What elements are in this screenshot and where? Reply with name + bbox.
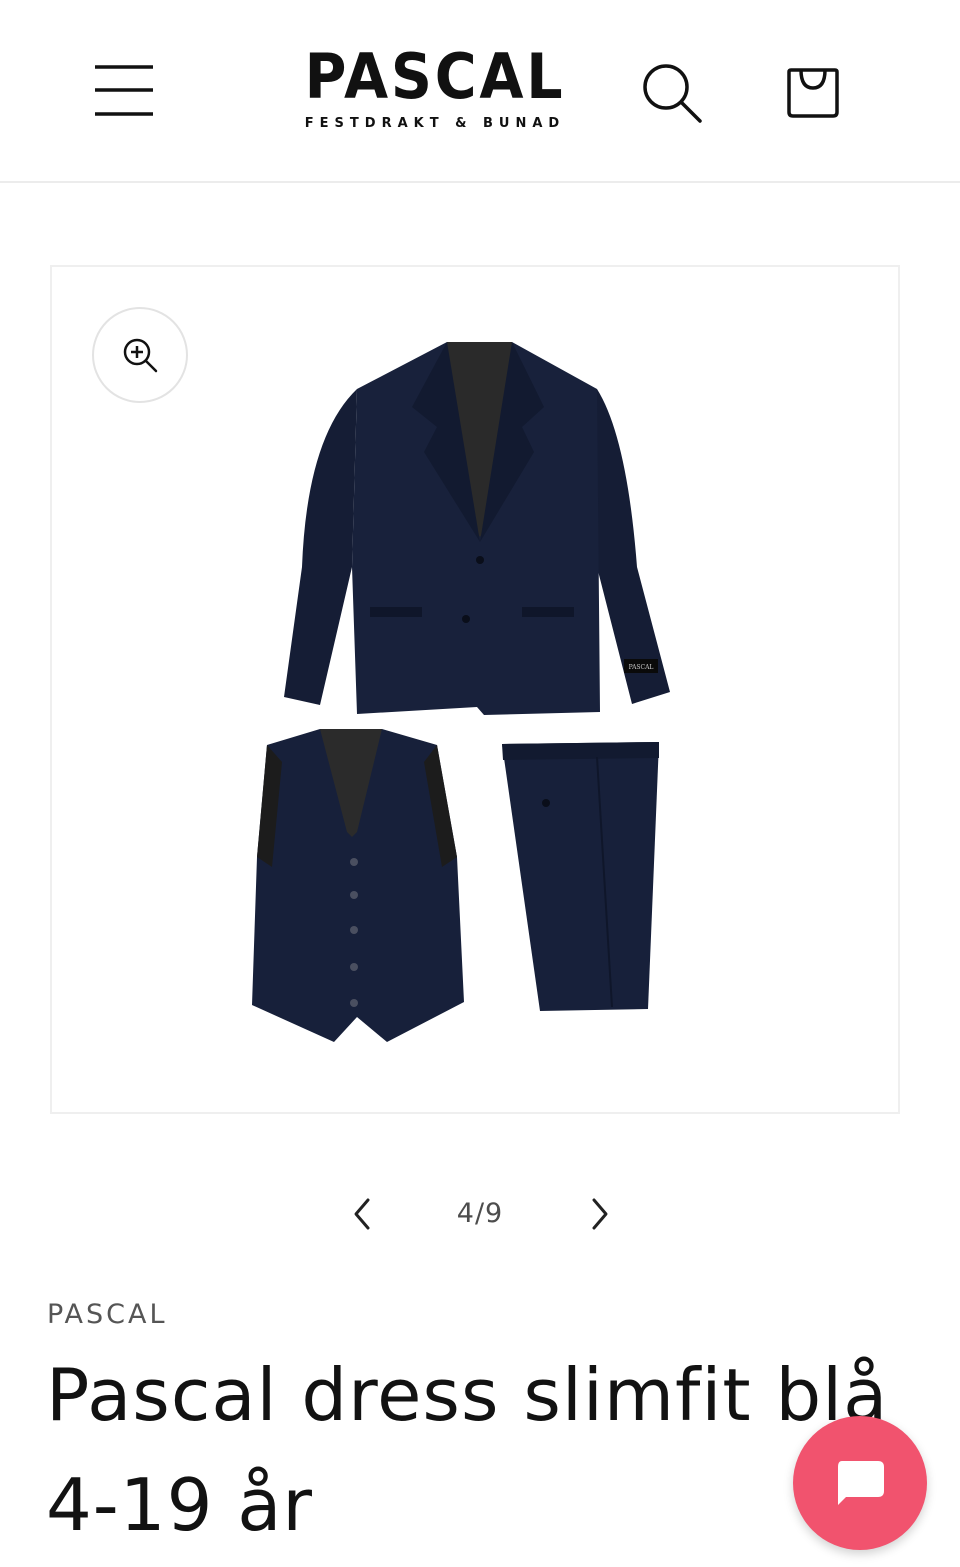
product-image[interactable]: PASCAL [52,267,898,1112]
search-button[interactable] [640,60,704,124]
logo-tagline: FESTDRAKT & BUNAD [304,116,566,131]
cart-button[interactable] [782,60,844,124]
shopping-bag-icon [787,68,839,118]
suit-trousers-graphic [502,742,659,1011]
chevron-left-icon [354,1198,370,1230]
logo-wordmark: PASCAL [304,40,566,113]
gallery-pagination: 4/9 [330,1180,630,1250]
chat-bubble-icon [838,1461,884,1505]
zoom-in-icon [123,338,158,373]
product-title: Pascal dress slimfit blå 4-19 år [46,1353,889,1547]
product-gallery: PASCAL [50,265,900,1114]
menu-button[interactable] [92,62,156,118]
product-vendor: PASCAL [47,1299,168,1330]
zoom-button[interactable] [92,307,188,403]
chevron-right-icon [592,1198,608,1230]
image-counter: 4/9 [456,1198,504,1229]
suit-vest-graphic [252,729,464,1042]
site-header: PASCAL FESTDRAKT & BUNAD [0,0,960,183]
hamburger-menu-icon [95,65,153,116]
suit-jacket-graphic: PASCAL [284,342,670,715]
svg-text:PASCAL: PASCAL [629,664,654,671]
next-image-button[interactable] [582,1192,618,1236]
chat-button[interactable] [793,1416,927,1550]
site-logo[interactable]: PASCAL FESTDRAKT & BUNAD [280,44,590,144]
search-icon [643,64,702,123]
previous-image-button[interactable] [344,1192,380,1236]
